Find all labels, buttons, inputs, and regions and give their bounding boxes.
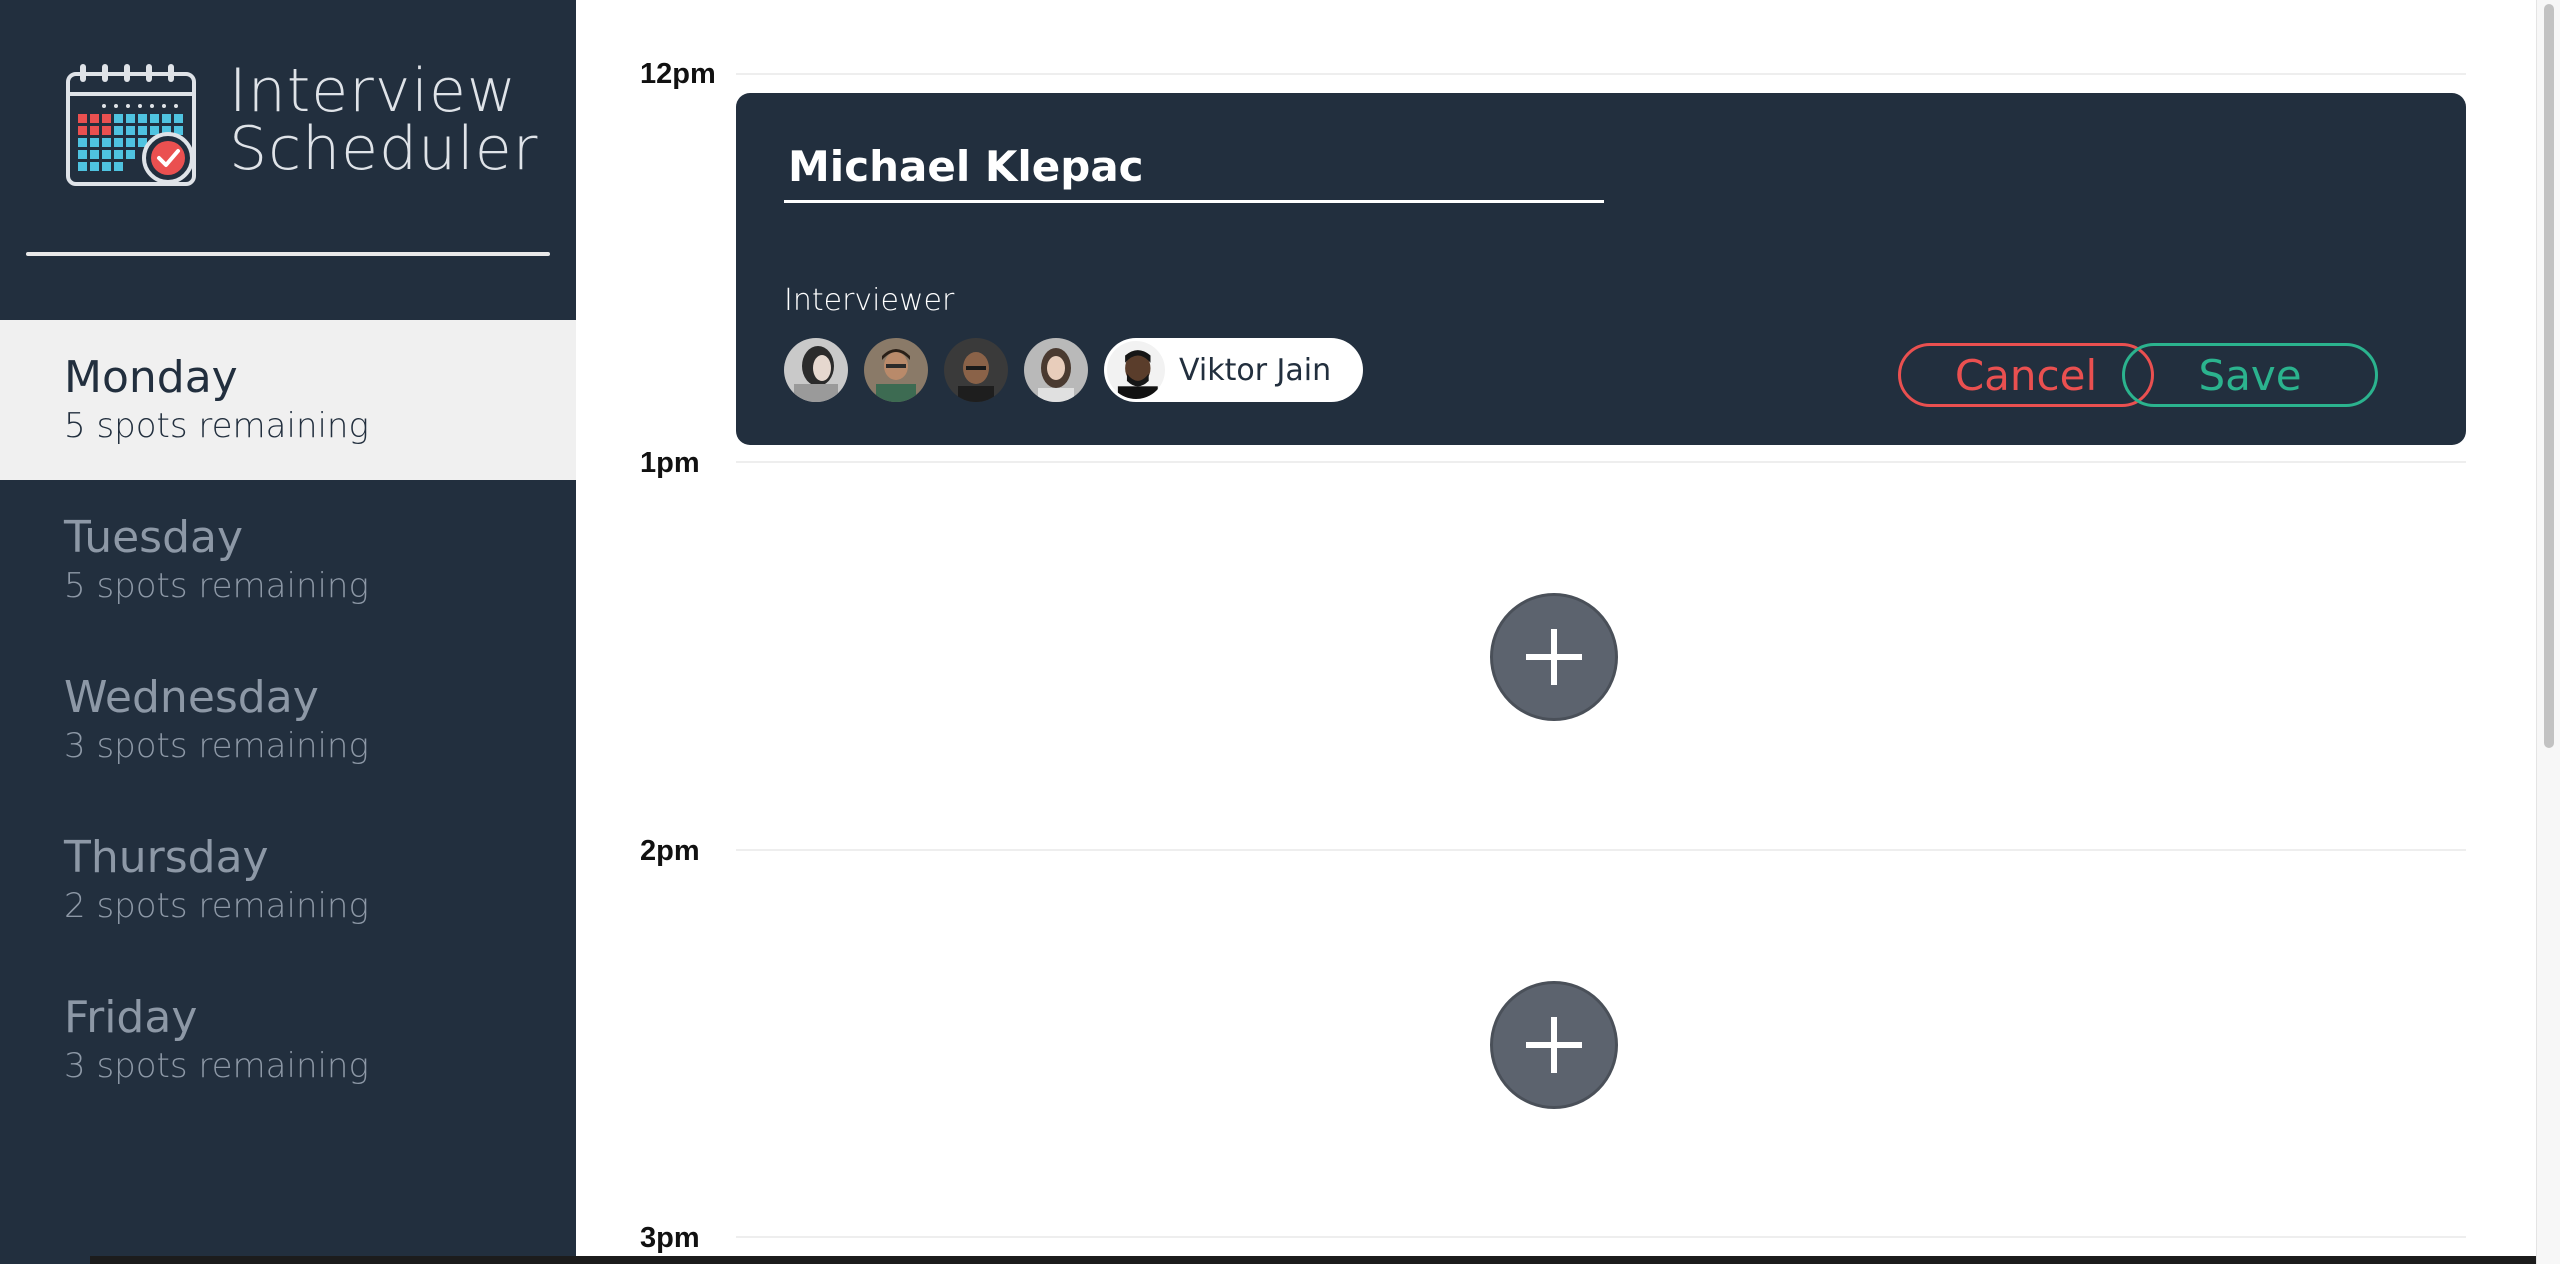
schedule: 12pm Interviewer Viktor Jain bbox=[576, 0, 2536, 1264]
interviewer-label: Interviewer bbox=[784, 283, 955, 318]
hour-divider bbox=[736, 73, 2466, 75]
interviewer-avatar[interactable] bbox=[1024, 338, 1088, 402]
time-label-12pm: 12pm bbox=[640, 58, 716, 90]
day-spots-remaining: 2 spots remaining bbox=[64, 886, 369, 926]
hour-divider bbox=[736, 849, 2466, 851]
day-name: Thursday bbox=[64, 832, 269, 883]
add-appointment-button[interactable] bbox=[1490, 981, 1618, 1109]
day-item-tuesday[interactable]: Tuesday 5 spots remaining bbox=[0, 480, 576, 640]
day-name: Wednesday bbox=[64, 672, 319, 723]
save-button[interactable]: Save bbox=[2122, 343, 2378, 407]
day-item-wednesday[interactable]: Wednesday 3 spots remaining bbox=[0, 640, 576, 800]
day-item-thursday[interactable]: Thursday 2 spots remaining bbox=[0, 800, 576, 960]
interviewer-avatar[interactable] bbox=[784, 338, 848, 402]
day-item-monday[interactable]: Monday 5 spots remaining bbox=[0, 320, 576, 480]
hour-divider bbox=[736, 461, 2466, 463]
day-spots-remaining: 5 spots remaining bbox=[64, 406, 369, 446]
student-name-input[interactable] bbox=[784, 133, 1604, 203]
window-bottom-edge bbox=[90, 1256, 2536, 1264]
sidebar: Interview Scheduler Monday 5 spots remai… bbox=[0, 0, 576, 1264]
vertical-scrollbar[interactable] bbox=[2536, 0, 2560, 1264]
app-title-line-2: Scheduler bbox=[229, 114, 539, 184]
selected-interviewer-name: Viktor Jain bbox=[1179, 352, 1332, 388]
app-title-line-1: Interview bbox=[229, 56, 517, 126]
day-item-friday[interactable]: Friday 3 spots remaining bbox=[0, 960, 576, 1120]
interviewer-avatar[interactable] bbox=[864, 338, 928, 402]
plus-icon bbox=[1526, 1017, 1582, 1073]
sidebar-divider bbox=[26, 252, 550, 256]
add-appointment-button[interactable] bbox=[1490, 593, 1618, 721]
day-spots-remaining: 3 spots remaining bbox=[64, 726, 369, 766]
day-name: Monday bbox=[64, 352, 238, 403]
interviewer-list: Viktor Jain bbox=[784, 338, 1364, 402]
selected-interviewer[interactable]: Viktor Jain bbox=[1104, 338, 1364, 402]
app-title: Interview Scheduler bbox=[229, 56, 539, 184]
day-list: Monday 5 spots remaining Tuesday 5 spots… bbox=[0, 320, 576, 1120]
hour-divider bbox=[736, 1236, 2466, 1238]
day-spots-remaining: 5 spots remaining bbox=[64, 566, 369, 606]
time-label-2pm: 2pm bbox=[640, 835, 700, 867]
day-name: Friday bbox=[64, 992, 198, 1043]
time-label-3pm: 3pm bbox=[640, 1222, 700, 1254]
scrollbar-thumb[interactable] bbox=[2544, 4, 2554, 748]
time-label-1pm: 1pm bbox=[640, 447, 700, 479]
interviewer-avatar[interactable] bbox=[944, 338, 1008, 402]
day-name: Tuesday bbox=[64, 512, 244, 563]
calendar-check-icon bbox=[66, 64, 196, 186]
plus-icon bbox=[1526, 629, 1582, 685]
appointment-form: Interviewer Viktor Jain Cancel Save bbox=[736, 93, 2466, 445]
day-spots-remaining: 3 spots remaining bbox=[64, 1046, 369, 1086]
interviewer-avatar bbox=[1107, 341, 1165, 399]
cancel-button[interactable]: Cancel bbox=[1898, 343, 2154, 407]
